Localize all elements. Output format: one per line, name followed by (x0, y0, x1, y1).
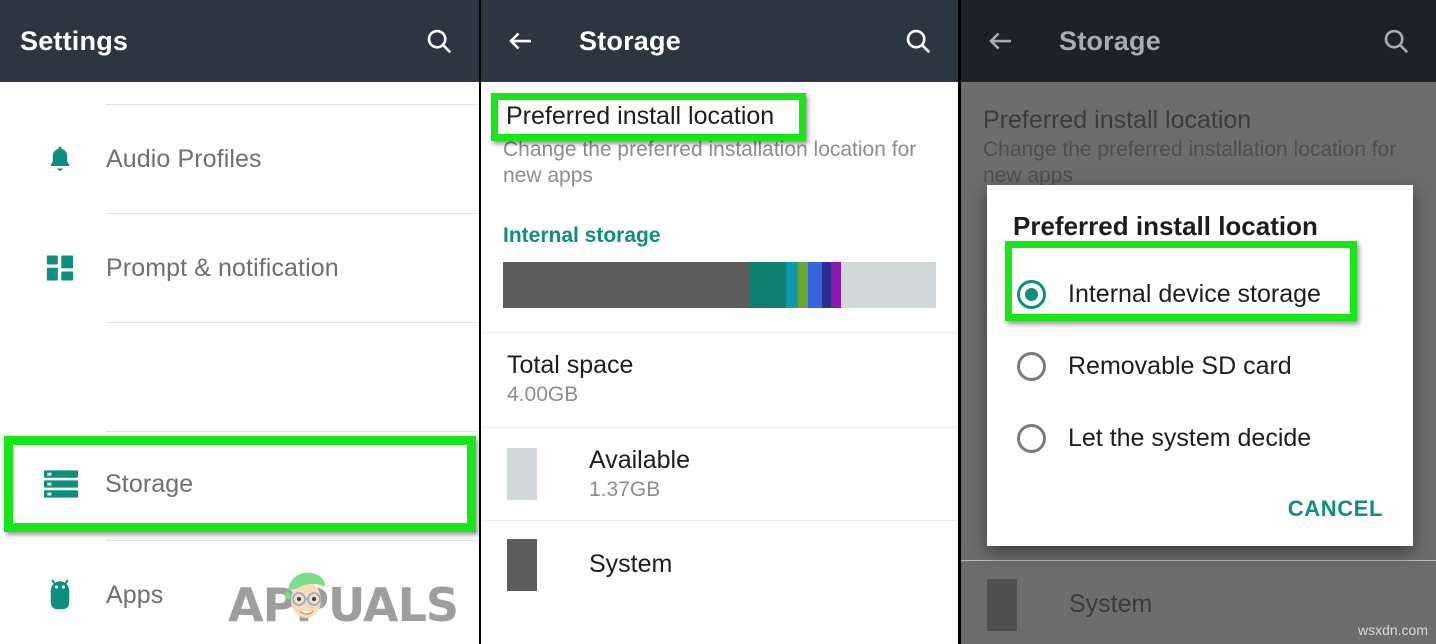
legend-swatch-available (507, 447, 537, 500)
storage-appbar: Storage (481, 0, 958, 82)
appuals-watermark: APPUALS (228, 572, 459, 632)
search-icon[interactable] (419, 21, 459, 61)
site-watermark: wsxdn.com (1357, 622, 1428, 638)
sidebar-item-prompt-notification[interactable]: Prompt & notification (0, 214, 479, 322)
storage-segment-other (822, 261, 832, 308)
legend-label: Available (589, 445, 691, 474)
android-icon (14, 578, 106, 612)
grid-icon (14, 253, 106, 283)
legend-label: System (1069, 590, 1153, 618)
legend-text: System (589, 550, 672, 579)
legend-value: 1.37GB (589, 477, 661, 501)
preferred-install-location-dialog: Preferred install location Internal devi… (987, 185, 1413, 546)
sidebar-item-label: Audio Profiles (106, 144, 262, 173)
dialog-actions: CANCEL (987, 474, 1413, 536)
sidebar-item-label: Storage (105, 469, 194, 498)
total-space-value: 4.00GB (507, 382, 579, 406)
legend-text: Available 1.37GB (589, 446, 690, 502)
storage-segment-available (840, 261, 936, 308)
panel-settings: Settings Audio Profiles Prompt & notific… (0, 0, 479, 644)
storage-icon (17, 469, 105, 499)
three-panel-screenshot: Settings Audio Profiles Prompt & notific… (0, 0, 1436, 644)
panel-storage-dialog: Storage Preferred install location Chang… (958, 0, 1436, 644)
legend-swatch-system (987, 578, 1017, 631)
total-space-row: Total space 4.00GB (481, 333, 958, 427)
legend-item-available[interactable]: Available 1.37GB (481, 428, 958, 520)
page-title: Storage (579, 25, 681, 56)
radio-unselected-icon[interactable] (1017, 351, 1046, 381)
appuals-wordmark: APPUALS (228, 578, 459, 632)
dialog-option-label: Internal device storage (1068, 279, 1321, 308)
radio-unselected-icon[interactable] (1017, 423, 1046, 453)
storage-segment-images (785, 261, 798, 308)
storage-appbar-dimmed: Storage (961, 0, 1436, 82)
page-title: Storage (1059, 25, 1161, 56)
dialog-option-label: Let the system decide (1068, 423, 1312, 452)
search-icon[interactable] (1376, 21, 1416, 61)
pref-subtitle: Change the preferred installation locati… (983, 138, 1397, 188)
dialog-option-label: Removable SD card (1068, 351, 1292, 380)
preferred-install-location-highlight[interactable]: Preferred install location (491, 93, 806, 141)
legend-swatch-system (507, 538, 537, 591)
cancel-button[interactable]: CANCEL (1288, 496, 1383, 522)
back-arrow-icon[interactable] (981, 21, 1021, 61)
storage-segment-audio (797, 261, 808, 308)
total-space-label: Total space (507, 350, 634, 379)
internal-storage-header: Internal storage (503, 223, 661, 247)
storage-segment-apps (749, 261, 786, 308)
sidebar-item-label: Apps (106, 580, 164, 609)
search-icon[interactable] (898, 21, 938, 61)
back-arrow-icon[interactable] (501, 21, 541, 61)
legend-label: System (589, 550, 673, 578)
appuals-mascot-icon (276, 564, 334, 626)
storage-bar (503, 261, 936, 308)
pref-title: Preferred install location (506, 101, 775, 130)
panel-storage: Storage Change the preferred installatio… (479, 0, 958, 644)
legend-text: System (1069, 590, 1152, 619)
sidebar-item-audio-profiles[interactable]: Audio Profiles (0, 105, 479, 213)
settings-appbar: Settings (0, 0, 479, 82)
storage-usage-chart (481, 258, 958, 332)
page-title: Settings (20, 25, 129, 56)
pref-subtitle: Change the preferred installation locati… (503, 138, 917, 188)
dialog-title: Preferred install location (1013, 211, 1318, 241)
sidebar-item-storage[interactable]: Storage (4, 436, 476, 532)
storage-segment-video (807, 261, 823, 308)
bell-icon (14, 143, 106, 175)
sidebar-item-label: Prompt & notification (106, 253, 339, 282)
storage-body: Change the preferred installation locati… (481, 82, 958, 609)
radio-selected-icon[interactable] (1017, 279, 1046, 309)
storage-segment-cached (831, 261, 841, 308)
settings-list: Audio Profiles Prompt & notification App… (0, 104, 479, 644)
storage-segment-system (503, 261, 750, 308)
legend-item-system[interactable]: System (481, 521, 958, 609)
dialog-option-let-the-system-decide[interactable]: Let the system decide (987, 402, 1413, 474)
dialog-option-internal-device-storage[interactable]: Internal device storage (987, 258, 1413, 330)
dialog-option-removable-sd-card[interactable]: Removable SD card (987, 330, 1413, 402)
pref-title: Preferred install location (983, 106, 1252, 134)
sidebar-item-storage-base[interactable] (0, 323, 479, 431)
